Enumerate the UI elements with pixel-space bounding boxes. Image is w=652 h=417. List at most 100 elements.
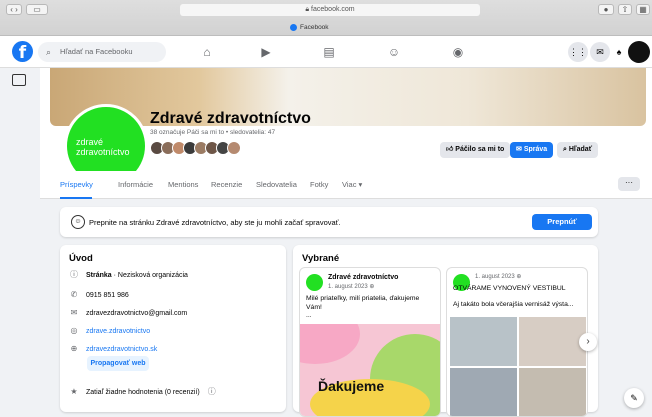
post-body: Milé priateľky, milí priatelia, ďakujeme…: [306, 295, 420, 311]
star-icon: ★: [70, 387, 78, 396]
more-options-button[interactable]: ···: [618, 177, 640, 191]
post-text: Milé priateľky, milí priatelia, ďakujeme…: [306, 295, 436, 321]
message-label: Správa: [523, 146, 548, 153]
gaming-icon[interactable]: ◉: [449, 44, 467, 60]
active-tab-indicator: [60, 197, 92, 199]
email-icon: ✉: [70, 308, 78, 317]
like-page-button[interactable]: 👍︎ Páčilo sa mi to: [440, 142, 511, 158]
post-author[interactable]: Zdravé zdravotníctvo: [328, 274, 398, 281]
switch-profile-banner: ☺ Prepnite na stránku Zdravé zdravotníct…: [60, 207, 598, 237]
facebook-favicon-icon: [290, 24, 297, 31]
email-text[interactable]: zdravezdravotnictvo@gmail.com: [86, 310, 187, 317]
chevron-right-icon[interactable]: ›: [579, 333, 597, 351]
address-text: facebook.com: [311, 6, 355, 13]
globe-icon: ⊕: [516, 274, 522, 280]
cover-photo[interactable]: [50, 68, 646, 126]
featured-title: Vybrané: [302, 253, 340, 264]
instagram-link[interactable]: zdrave.zdravotnictvo: [86, 328, 150, 335]
address-bar[interactable]: 🔒︎ facebook.com: [180, 4, 480, 16]
intro-category: ⓘ Stránka · Nezisková organizácia: [69, 270, 188, 280]
post-photo[interactable]: [450, 317, 517, 366]
tab-followers[interactable]: Sledovatelia: [256, 180, 297, 189]
profile-picture-text: zdravé zdravotníctvo: [76, 137, 130, 157]
post-headline: OTVÁRAME VYNOVENÝ VESTIBUL: [453, 285, 566, 292]
notifications-icon[interactable]: ♠: [612, 42, 626, 62]
rating-text: Zatiaľ žiadne hodnotenia (0 recenzií): [86, 388, 200, 396]
intro-rating: ★ Zatiaľ žiadne hodnotenia (0 recenzií) …: [69, 387, 217, 397]
search-icon: ⌕: [563, 146, 567, 153]
extension-icon[interactable]: ●: [598, 4, 614, 15]
facebook-logo-icon[interactable]: f: [12, 41, 33, 63]
phone-icon: ✆: [70, 290, 78, 299]
phone-text[interactable]: 0915 851 986: [86, 292, 129, 299]
search-icon: ⌕: [46, 47, 52, 57]
category-value: · Nezisková organizácia: [113, 271, 188, 279]
avatar[interactable]: [306, 274, 323, 291]
tab-photos[interactable]: Fotky: [310, 180, 328, 189]
search-input[interactable]: ⌕ Hľadať na Facebooku: [38, 42, 166, 62]
info-icon[interactable]: ⓘ: [207, 387, 217, 397]
post-ellipsis: ...: [306, 312, 312, 319]
page-switch-icon[interactable]: [12, 74, 26, 86]
post-date[interactable]: 1. august 2023 ⊕: [475, 273, 521, 280]
intro-email: ✉ zdravezdravotnictvo@gmail.com: [69, 308, 188, 318]
tab-mentions[interactable]: Mentions: [168, 180, 198, 189]
tab-reviews[interactable]: Recenzie: [211, 180, 242, 189]
post-photo-grid[interactable]: [450, 317, 586, 416]
featured-post[interactable]: Zdravé zdravotníctvo 1. august 2023 ⊕ Mi…: [299, 267, 441, 417]
image-word: Ďakujeme: [318, 378, 385, 394]
home-icon[interactable]: ⌂: [198, 44, 216, 60]
search-page-button[interactable]: ⌕ Hľadať: [557, 142, 599, 158]
marketplace-icon[interactable]: ▤: [320, 44, 338, 60]
post-date[interactable]: 1. august 2023 ⊕: [328, 283, 374, 290]
messenger-icon[interactable]: ✉: [590, 42, 610, 62]
video-icon[interactable]: ▶: [257, 44, 275, 60]
featured-post[interactable]: 1. august 2023 ⊕ OTVÁRAME VYNOVENÝ VESTI…: [446, 267, 588, 417]
search-placeholder: Hľadať na Facebooku: [60, 47, 133, 56]
post-photo[interactable]: [519, 368, 586, 416]
browser-tab[interactable]: Facebook: [290, 24, 329, 31]
post-photo[interactable]: [450, 368, 517, 416]
facebook-top-nav: f ⌕ Hľadať na Facebooku ⌂ ▶ ▤ ☺ ◉ ⋮⋮ ✉ ♠: [0, 36, 652, 68]
post-photo[interactable]: [519, 317, 586, 366]
website-link[interactable]: zdravezdravotnictvo.sk: [86, 346, 157, 353]
intro-phone: ✆ 0915 851 986: [69, 290, 129, 300]
messenger-icon: ✉: [516, 146, 522, 153]
lock-icon: 🔒︎: [305, 6, 310, 13]
back-forward-icon[interactable]: ‹ ›: [6, 4, 22, 15]
tab-more[interactable]: Viac ▾: [342, 180, 362, 189]
switch-banner-text: Prepnite na stránku Zdravé zdravotníctvo…: [89, 218, 341, 227]
like-label: Páčilo sa mi to: [455, 146, 505, 153]
page-title: Zdravé zdravotníctvo: [150, 110, 311, 127]
globe-icon: ⊕: [70, 344, 78, 353]
post-date-text: 1. august 2023: [475, 274, 515, 280]
post-image[interactable]: Ďakujeme: [300, 324, 440, 416]
edit-icon[interactable]: ✎: [624, 388, 644, 408]
intro-title: Úvod: [69, 253, 93, 264]
tab-title: Facebook: [300, 24, 329, 31]
tabs-overview-icon[interactable]: ▦: [636, 4, 650, 15]
globe-icon: ⊕: [369, 284, 375, 290]
sidebar-toggle-icon[interactable]: ▭: [26, 4, 48, 15]
message-button[interactable]: ✉ Správa: [510, 142, 554, 158]
promote-website-button[interactable]: Propagovať web: [87, 356, 149, 371]
page-stats[interactable]: 38 označuje Páči sa mi to • sledovatelia…: [150, 129, 275, 136]
menu-grid-icon[interactable]: ⋮⋮: [568, 42, 588, 62]
avatar[interactable]: [227, 141, 241, 155]
follower-avatars[interactable]: [150, 141, 241, 155]
switch-button[interactable]: Prepnúť: [532, 214, 592, 230]
post-date-text: 1. august 2023: [328, 284, 368, 290]
browser-toolbar: ‹ › ▭ ◐ 🔒︎ facebook.com ● ⇧ ▦ Facebook: [0, 0, 652, 36]
intro-instagram: ◎ zdrave.zdravotnictvo: [69, 326, 151, 336]
instagram-icon: ◎: [70, 326, 78, 335]
featured-card: Vybrané Zdravé zdravotníctvo 1. august 2…: [293, 245, 598, 417]
switch-profile-icon: ☺: [71, 215, 85, 229]
left-rail: [0, 68, 40, 412]
share-icon[interactable]: ⇧: [618, 4, 632, 15]
search-label: Hľadať: [568, 146, 593, 153]
tab-posts[interactable]: Príspevky: [60, 180, 93, 189]
tab-about[interactable]: Informácie: [118, 180, 153, 189]
groups-icon[interactable]: ☺: [385, 44, 403, 60]
account-avatar[interactable]: [628, 41, 650, 63]
info-icon: ⓘ: [70, 270, 78, 279]
